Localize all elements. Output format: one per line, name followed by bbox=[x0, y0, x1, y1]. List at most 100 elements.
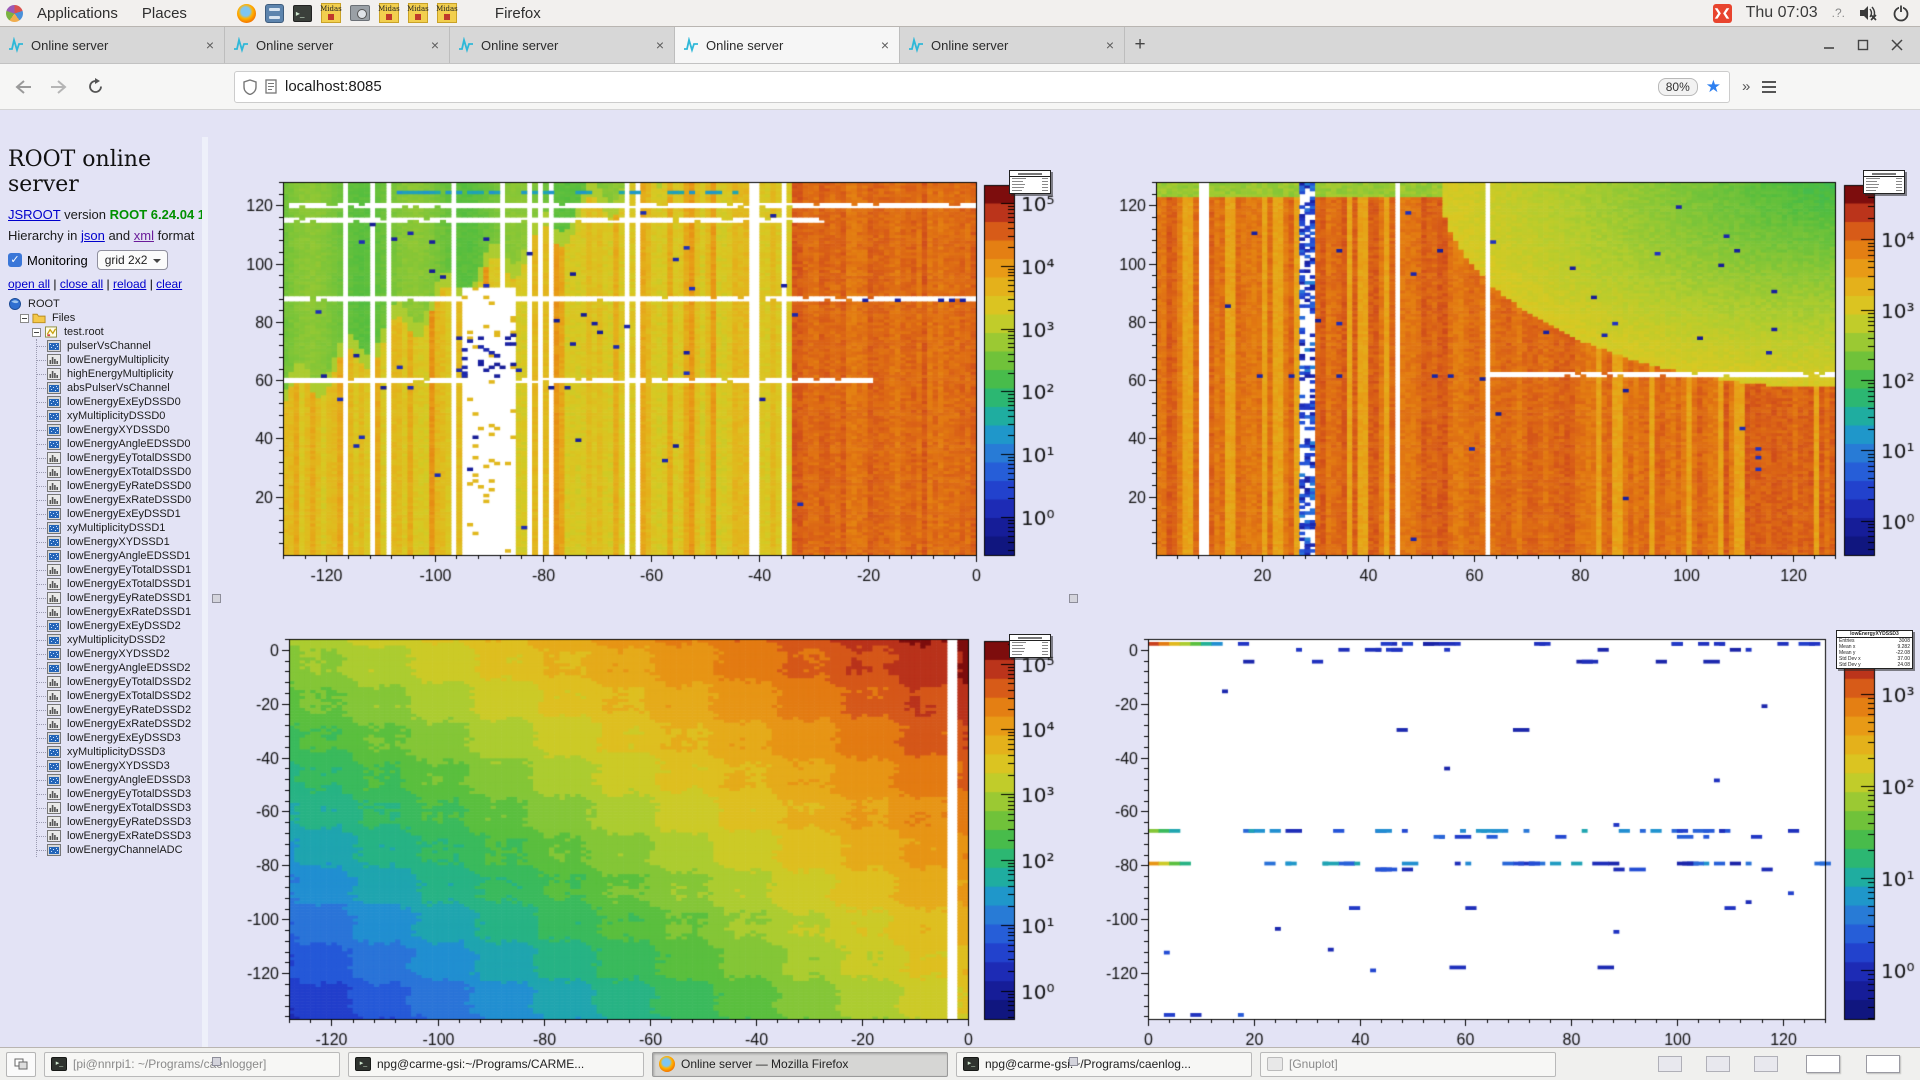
file-manager-icon[interactable] bbox=[265, 4, 284, 23]
tree-item-absPulserVsChannel[interactable]: absPulserVsChannel bbox=[37, 381, 202, 395]
power-icon[interactable] bbox=[1892, 4, 1910, 22]
url-text[interactable]: localhost:8085 bbox=[285, 78, 1650, 95]
clear-link[interactable]: clear bbox=[156, 277, 182, 291]
tree-item-lowEnergyExRateDSSD1[interactable]: lowEnergyExRateDSSD1 bbox=[37, 605, 202, 619]
tab-close-icon[interactable]: × bbox=[1104, 37, 1116, 53]
tab-online-server-1[interactable]: Online server × bbox=[0, 27, 225, 63]
page-info-icon[interactable] bbox=[265, 79, 277, 94]
tree-item-lowEnergyExTotalDSSD3[interactable]: lowEnergyExTotalDSSD3 bbox=[37, 801, 202, 815]
tree-item-lowEnergyExEyDSSD1[interactable]: lowEnergyExEyDSSD1 bbox=[37, 507, 202, 521]
tree-item-lowEnergyExRateDSSD3[interactable]: lowEnergyExRateDSSD3 bbox=[37, 829, 202, 843]
workspace-cell[interactable] bbox=[1706, 1056, 1730, 1072]
tree-item-pulserVsChannel[interactable]: pulserVsChannel bbox=[37, 339, 202, 353]
notification-icon[interactable]: ❯❮ bbox=[1713, 4, 1732, 23]
overflow-chevrons-icon[interactable]: » bbox=[1742, 78, 1750, 95]
tree-item-lowEnergyExTotalDSSD1[interactable]: lowEnergyExTotalDSSD1 bbox=[37, 577, 202, 591]
forward-button[interactable] bbox=[44, 72, 74, 102]
tree-item-lowEnergyXYDSSD3[interactable]: lowEnergyXYDSSD3 bbox=[37, 759, 202, 773]
grid-resize-handle[interactable] bbox=[1069, 1057, 1078, 1066]
tree-item-lowEnergyMultiplicity[interactable]: lowEnergyMultiplicity bbox=[37, 353, 202, 367]
tab-close-icon[interactable]: × bbox=[204, 37, 216, 53]
tree-item-root[interactable]: ROOT bbox=[8, 297, 202, 311]
tree-item-lowEnergyXYDSSD2[interactable]: lowEnergyXYDSSD2 bbox=[37, 647, 202, 661]
zoom-level-badge[interactable]: 80% bbox=[1658, 78, 1698, 96]
taskbar-button[interactable]: Online server — Mozilla Firefox bbox=[652, 1052, 948, 1077]
tab-online-server-4-active[interactable]: Online server × bbox=[675, 27, 900, 63]
workspace-cell[interactable] bbox=[1658, 1056, 1682, 1072]
tree-item-files[interactable]: Files bbox=[20, 311, 202, 325]
reload-button[interactable] bbox=[80, 72, 110, 102]
firefox-launcher-icon[interactable] bbox=[237, 4, 256, 23]
tab-online-server-5[interactable]: Online server × bbox=[900, 27, 1125, 63]
tree-item-lowEnergyEyTotalDSSD1[interactable]: lowEnergyEyTotalDSSD1 bbox=[37, 563, 202, 577]
input-method-icon[interactable]: .?. bbox=[1832, 6, 1845, 20]
tree-item-lowEnergyEyRateDSSD0[interactable]: lowEnergyEyRateDSSD0 bbox=[37, 479, 202, 493]
tree-item-lowEnergyAngleEDSSD0[interactable]: lowEnergyAngleEDSSD0 bbox=[37, 437, 202, 451]
grid-resize-handle[interactable] bbox=[212, 594, 221, 603]
tab-online-server-3[interactable]: Online server × bbox=[450, 27, 675, 63]
tree-item-lowEnergyAngleEDSSD3[interactable]: lowEnergyAngleEDSSD3 bbox=[37, 773, 202, 787]
tree-item-lowEnergyExEyDSSD3[interactable]: lowEnergyExEyDSSD3 bbox=[37, 731, 202, 745]
tree-item-lowEnergyXYDSSD0[interactable]: lowEnergyXYDSSD0 bbox=[37, 423, 202, 437]
show-desktop-button[interactable] bbox=[6, 1052, 36, 1077]
volume-muted-icon[interactable] bbox=[1859, 5, 1878, 21]
tree-item-lowEnergyEyRateDSSD2[interactable]: lowEnergyEyRateDSSD2 bbox=[37, 703, 202, 717]
tree-item-xyMultiplicityDSSD0[interactable]: xyMultiplicityDSSD0 bbox=[37, 409, 202, 423]
places-menu[interactable]: Places bbox=[132, 3, 197, 24]
tab-close-icon[interactable]: × bbox=[879, 37, 891, 53]
open-all-link[interactable]: open all bbox=[8, 277, 50, 291]
collapse-icon[interactable] bbox=[32, 328, 41, 337]
tree-item-lowEnergyEyTotalDSSD2[interactable]: lowEnergyEyTotalDSSD2 bbox=[37, 675, 202, 689]
minimize-button[interactable] bbox=[1816, 33, 1842, 57]
taskbar-button[interactable]: ▸_npg@carme-gsi:~/Programs/caenlog... bbox=[956, 1052, 1252, 1077]
taskbar-button[interactable]: ▸_npg@carme-gsi:~/Programs/CARME... bbox=[348, 1052, 644, 1077]
tree-item-lowEnergyExTotalDSSD2[interactable]: lowEnergyExTotalDSSD2 bbox=[37, 689, 202, 703]
tree-item-xyMultiplicityDSSD1[interactable]: xyMultiplicityDSSD1 bbox=[37, 521, 202, 535]
jsroot-link[interactable]: JSROOT bbox=[8, 207, 61, 222]
taskbar-button[interactable]: [Gnuplot] bbox=[1260, 1052, 1556, 1077]
maximize-button[interactable] bbox=[1850, 33, 1876, 57]
midas-launcher-icon[interactable]: Midas bbox=[321, 3, 341, 23]
tree-item-xyMultiplicityDSSD3[interactable]: xyMultiplicityDSSD3 bbox=[37, 745, 202, 759]
menu-hamburger-icon[interactable] bbox=[1762, 78, 1776, 96]
workspace-cell[interactable] bbox=[1754, 1056, 1778, 1072]
tree-item-lowEnergyEyRateDSSD3[interactable]: lowEnergyEyRateDSSD3 bbox=[37, 815, 202, 829]
tree-item-xyMultiplicityDSSD2[interactable]: xyMultiplicityDSSD2 bbox=[37, 633, 202, 647]
tab-close-icon[interactable]: × bbox=[429, 37, 441, 53]
taskbar-button[interactable]: ▸_[pi@nnrpi1: ~/Programs/caenlogger] bbox=[44, 1052, 340, 1077]
midas-launcher-icon[interactable]: Midas bbox=[379, 3, 399, 23]
new-tab-button[interactable]: + bbox=[1125, 27, 1155, 63]
tree-item-lowEnergyChannelADC[interactable]: lowEnergyChannelADC bbox=[37, 843, 202, 857]
grid-layout-select[interactable]: grid 2x2 bbox=[97, 250, 169, 270]
window-preview[interactable] bbox=[1866, 1055, 1900, 1073]
tree-item-lowEnergyExTotalDSSD0[interactable]: lowEnergyExTotalDSSD0 bbox=[37, 465, 202, 479]
clock[interactable]: Thu 07:03 bbox=[1746, 4, 1818, 22]
collapse-icon[interactable] bbox=[20, 314, 29, 323]
tree-item-lowEnergyEyRateDSSD1[interactable]: lowEnergyEyRateDSSD1 bbox=[37, 591, 202, 605]
screenshot-icon[interactable] bbox=[350, 5, 370, 21]
tree-item-lowEnergyAngleEDSSD1[interactable]: lowEnergyAngleEDSSD1 bbox=[37, 549, 202, 563]
tree-item-lowEnergyEyTotalDSSD0[interactable]: lowEnergyEyTotalDSSD0 bbox=[37, 451, 202, 465]
grid-resize-handle[interactable] bbox=[212, 1057, 221, 1066]
tree-item-lowEnergyXYDSSD1[interactable]: lowEnergyXYDSSD1 bbox=[37, 535, 202, 549]
tab-close-icon[interactable]: × bbox=[654, 37, 666, 53]
reload-link[interactable]: reload bbox=[113, 277, 146, 291]
tree-item-lowEnergyAngleEDSSD2[interactable]: lowEnergyAngleEDSSD2 bbox=[37, 661, 202, 675]
applications-menu[interactable]: Applications bbox=[27, 3, 128, 24]
tree-item-lowEnergyExRateDSSD2[interactable]: lowEnergyExRateDSSD2 bbox=[37, 717, 202, 731]
tree-item-highEnergyMultiplicity[interactable]: highEnergyMultiplicity bbox=[37, 367, 202, 381]
midas-launcher-icon[interactable]: Midas bbox=[408, 3, 428, 23]
distro-logo-icon[interactable] bbox=[6, 5, 23, 22]
tab-online-server-2[interactable]: Online server × bbox=[225, 27, 450, 63]
tree-item-lowEnergyExRateDSSD0[interactable]: lowEnergyExRateDSSD0 bbox=[37, 493, 202, 507]
back-button[interactable] bbox=[8, 72, 38, 102]
terminal-icon[interactable]: ▸_ bbox=[293, 5, 312, 22]
xml-link[interactable]: xml bbox=[134, 228, 154, 243]
tree-item-test-root[interactable]: test.root bbox=[32, 325, 202, 339]
tree-item-lowEnergyEyTotalDSSD3[interactable]: lowEnergyEyTotalDSSD3 bbox=[37, 787, 202, 801]
close-window-button[interactable] bbox=[1884, 33, 1910, 57]
grid-resize-handle[interactable] bbox=[1069, 594, 1078, 603]
bookmark-star-icon[interactable]: ★ bbox=[1706, 77, 1721, 97]
tree-item-lowEnergyExEyDSSD2[interactable]: lowEnergyExEyDSSD2 bbox=[37, 619, 202, 633]
tree-item-lowEnergyExEyDSSD0[interactable]: lowEnergyExEyDSSD0 bbox=[37, 395, 202, 409]
